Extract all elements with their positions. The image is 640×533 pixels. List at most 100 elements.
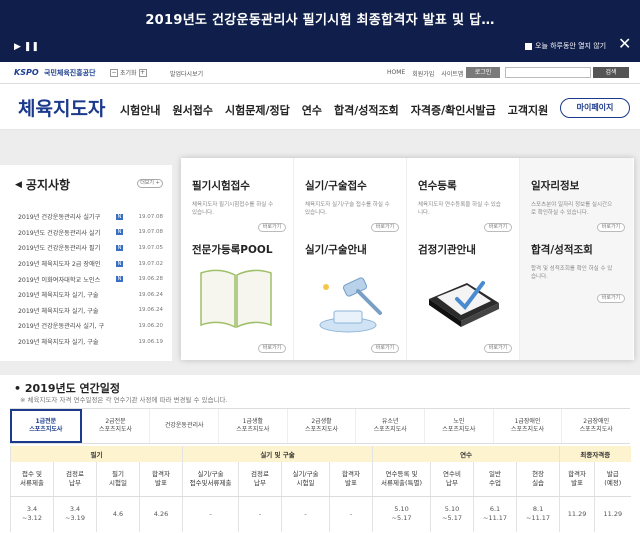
quick-results[interactable]: 합격/성적조회 합격 및 성적조회를 확인 하실 수 있습니다. 바로가기 <box>520 244 633 360</box>
notice-item-date: 19.06.19 <box>138 338 164 345</box>
quick-agency-title[interactable]: 검정기관안내 <box>418 242 476 257</box>
gnb-menu: 시험안내 원서접수 시험문제/정답 연수 합격/성적조회 자격증/확인서발급 고… <box>120 102 548 118</box>
notice-item[interactable]: 2019년 체육지도자 2급 장애인 N 19.07.02 <box>18 256 163 272</box>
tab-senior[interactable]: 노인 스포츠지도사 <box>425 409 494 443</box>
tab-disabled-2[interactable]: 2급장애인 스포츠지도사 <box>562 409 630 443</box>
play-pause-icon[interactable]: ▶ ❚❚ <box>14 42 39 52</box>
font-reset-button[interactable]: 초기화 <box>120 68 137 77</box>
tab-pro-2[interactable]: 2급전문 스포츠지도사 <box>82 409 151 443</box>
notice-item-title[interactable]: 2019년 체육지도자 실기, 구술 <box>18 306 116 315</box>
guide-go-button[interactable]: 바로가기 <box>371 344 399 353</box>
banner-title[interactable]: 2019년도 건강운동관리사 필기시험 최종합격자 발표 및 답… <box>0 9 640 28</box>
notice-item-title[interactable]: 2019년 건강운동관리사 실기, 구 <box>18 321 116 330</box>
subheader-cell: 현장 실습 <box>516 462 560 497</box>
group-practical: 실기 및 구술 <box>182 446 373 462</box>
quick-results-title[interactable]: 합격/성적조회 <box>531 242 593 257</box>
tab-life-1[interactable]: 1급생활 스포츠지도사 <box>219 409 288 443</box>
site-brand[interactable]: 체육지도자 <box>18 94 105 121</box>
results-go-button[interactable]: 바로가기 <box>597 294 625 303</box>
practical-go-button[interactable]: 바로가기 <box>371 223 399 232</box>
mypage-button[interactable]: 마이페이지 <box>560 98 630 118</box>
nav-certificate[interactable]: 자격증/확인서발급 <box>411 102 496 118</box>
notice-item-title[interactable]: 2019년 체육지도자 2급 장애인 <box>18 259 116 268</box>
notice-more-button[interactable]: 더보기 + <box>137 179 163 188</box>
quick-expert-pool[interactable]: 전문가등록POOL 바로가기 <box>181 244 294 360</box>
quick-practical-title[interactable]: 실기/구술접수 <box>305 178 367 193</box>
tab-line: 스포츠지도사 <box>29 426 63 433</box>
pool-go-button[interactable]: 바로가기 <box>258 344 286 353</box>
tab-line: 스포츠지도사 <box>579 426 613 433</box>
nav-results[interactable]: 합격/성적조회 <box>334 102 399 118</box>
notice-panel: ◀ 공지사항 더보기 + 2019년 건강운동관리사 실기구 N 19.07.08 … <box>0 165 172 361</box>
nav-exam-answers[interactable]: 시험문제/정답 <box>225 102 290 118</box>
org-name[interactable]: 국민체육진흥공단 <box>44 68 96 78</box>
notice-item-title[interactable]: 2019년도 건강운동관리사 필기 <box>18 243 116 252</box>
quick-menu-grid: 필기시험접수 체육지도자 필기시험접수를 하실 수 있습니다. 바로가기 전문가… <box>181 158 634 360</box>
tab-health[interactable]: 건강운동관리사 <box>150 409 220 443</box>
quick-guide-title[interactable]: 실기/구술안내 <box>305 242 367 257</box>
quick-training-desc: 체육지도자 연수등록을 하실 수 있습니다. <box>418 202 501 216</box>
font-decrease-button[interactable]: − <box>110 68 118 77</box>
notice-item[interactable]: 2019년 체육지도자 실기, 구술 19.06.24 <box>18 303 163 319</box>
quick-jobs-title[interactable]: 일자리정보 <box>531 178 579 193</box>
agency-go-button[interactable]: 바로가기 <box>484 344 512 353</box>
kspo-logo[interactable]: KSPO <box>14 68 39 77</box>
subheader-cell: 합격자 발표 <box>559 462 595 497</box>
notice-item-date: 19.07.02 <box>138 260 164 267</box>
tab-youth[interactable]: 유소년 스포츠지도사 <box>356 409 426 443</box>
notice-item[interactable]: 2019년 건강운동관리사 실기구 N 19.07.08 <box>18 209 163 225</box>
table-cell: 5.10 ~5.17 <box>372 496 431 532</box>
close-icon[interactable]: ✕ <box>618 36 631 52</box>
search-input[interactable] <box>505 67 591 78</box>
notice-item[interactable]: 2019년도 건강운동관리사 실기 N 19.07.08 <box>18 225 163 241</box>
quick-pool-title[interactable]: 전문가등록POOL <box>192 242 273 257</box>
notice-item[interactable]: 2019년 체육지도자 실기, 구술 19.06.19 <box>18 334 163 350</box>
quick-written-title[interactable]: 필기시험접수 <box>192 178 250 193</box>
table-cell: 11.29 <box>559 496 595 532</box>
login-button[interactable]: 로그인 <box>466 67 500 78</box>
tab-life-2[interactable]: 2급생활 스포츠지도사 <box>288 409 357 443</box>
nav-support[interactable]: 고객지원 <box>508 102 548 118</box>
notice-item-title[interactable]: 2019년 체육지도자 실기, 구술 <box>18 337 116 346</box>
table-cell: 6.1 ~11.17 <box>473 496 517 532</box>
notice-item-date: 19.07.08 <box>138 213 164 220</box>
home-link[interactable]: HOME <box>387 69 405 78</box>
training-go-button[interactable]: 바로가기 <box>484 223 512 232</box>
table-cell: 4.26 <box>138 496 183 532</box>
sitemap-link[interactable]: 사이트맵 <box>441 69 463 78</box>
notice-item[interactable]: 2019년 건강운동관리사 실기, 구 19.06.20 <box>18 318 163 334</box>
tab-pro-1[interactable]: 1급전문 스포츠지도사 <box>10 409 82 443</box>
notice-item-title[interactable]: 2019년 건강운동관리사 실기구 <box>18 212 116 221</box>
font-increase-button[interactable]: + <box>138 68 147 77</box>
notice-item[interactable]: 2019년 체육지도자 실기, 구술 19.06.24 <box>18 287 163 303</box>
search-button[interactable]: 검색 <box>593 67 629 78</box>
quick-agency[interactable]: 검정기관안내 바로가기 <box>407 244 520 360</box>
notice-item-title[interactable]: 2019년 이화여자대학교 노인스 <box>18 275 116 284</box>
notice-item-title[interactable]: 2019년 체육지도자 실기, 구술 <box>18 290 116 299</box>
quick-practical-guide[interactable]: 실기/구술안내 바로가기 <box>294 244 407 360</box>
subheader-cell: 합격자 발표 <box>138 462 183 497</box>
tab-disabled-1[interactable]: 1급장애인 스포츠지도사 <box>494 409 563 443</box>
quick-training-title[interactable]: 연수등록 <box>418 178 457 193</box>
notice-item[interactable]: 2019년도 건강운동관리사 필기 N 19.07.05 <box>18 240 163 256</box>
subheader-cell: 접수 및 서류제출 <box>10 462 54 497</box>
checked-document-icon <box>429 281 499 327</box>
table-cell: 11.29 <box>594 496 631 532</box>
signup-link[interactable]: 회원가입 <box>412 69 434 78</box>
dismiss-today-checkbox[interactable]: 오늘 하루동안 열지 않기 <box>525 41 606 51</box>
font-size-control: − 초기화 + <box>110 68 147 77</box>
nav-exam-info[interactable]: 시험안내 <box>120 102 160 118</box>
nav-training[interactable]: 연수 <box>302 102 322 118</box>
table-cell: 4.6 <box>96 496 140 532</box>
notice-item-title[interactable]: 2019년도 건강운동관리사 실기 <box>18 228 116 237</box>
tab-line: 1급전문 <box>35 418 57 425</box>
checkbox-icon[interactable] <box>525 42 532 50</box>
written-go-button[interactable]: 바로가기 <box>258 223 286 232</box>
nav-application[interactable]: 원서접수 <box>172 102 212 118</box>
notice-item-date: 19.06.28 <box>138 276 164 283</box>
favorite-link[interactable]: 발업다시보기 <box>170 69 203 78</box>
jobs-go-button[interactable]: 바로가기 <box>597 223 625 232</box>
dismiss-label: 오늘 하루동안 열지 않기 <box>535 42 607 50</box>
tab-line: 스포츠지도사 <box>98 426 133 433</box>
notice-item[interactable]: 2019년 이화여자대학교 노인스 N 19.06.28 <box>18 271 163 287</box>
